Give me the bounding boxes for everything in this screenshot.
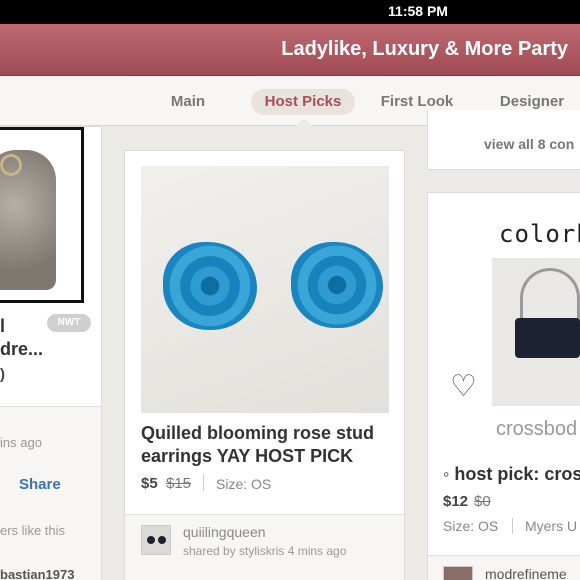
user-name[interactable]: modrefineme xyxy=(485,566,567,580)
listing-image[interactable] xyxy=(0,127,84,303)
divider xyxy=(203,475,204,491)
seller-avatar[interactable] xyxy=(141,525,171,555)
rose-earring-left xyxy=(163,242,257,330)
heart-icon[interactable]: ♡ xyxy=(450,370,484,404)
user-name[interactable]: bastian1973 xyxy=(0,567,74,580)
avatar-detail xyxy=(158,536,166,544)
tab-main[interactable]: Main xyxy=(158,89,218,115)
view-all-link[interactable]: view all 8 con xyxy=(484,136,574,152)
header-bar: Ladylike, Luxury & More Party xyxy=(0,24,580,76)
listing-price: $12 xyxy=(443,493,469,510)
status-time: 11:58 PM xyxy=(388,3,448,19)
share-button[interactable]: Share xyxy=(19,476,61,493)
status-bar: 11:58 PM xyxy=(0,0,580,24)
user-avatar[interactable] xyxy=(443,566,473,580)
nwt-badge: NWT xyxy=(47,314,91,332)
listing-title-line1[interactable]: Quilled blooming rose stud xyxy=(141,421,374,445)
shared-by-text[interactable]: shared by styliskris 4 mins ago xyxy=(183,544,346,558)
listing-price: $5 xyxy=(141,475,158,492)
listing-footer xyxy=(0,406,101,580)
listing-image[interactable] xyxy=(141,166,389,413)
listing-brand: Myers U xyxy=(525,518,578,534)
bag-image xyxy=(515,318,580,358)
listing-title-line1[interactable]: l xyxy=(0,314,5,338)
listing-title[interactable]: ◦ host pick: cros xyxy=(443,462,580,486)
original-price: $0 xyxy=(474,493,491,510)
original-price: $15 xyxy=(166,475,192,492)
page-title: Ladylike, Luxury & More Party xyxy=(281,38,568,60)
seller-name[interactable]: quiilingqueen xyxy=(183,524,266,540)
divider xyxy=(512,518,513,534)
likes-text[interactable]: ers like this xyxy=(0,523,65,538)
brand-logo-text: colorb xyxy=(499,220,580,248)
listing-title-line2[interactable]: earrings YAY HOST PICK xyxy=(141,444,353,468)
avatar-detail xyxy=(147,536,155,544)
time-ago: ins ago xyxy=(0,435,42,450)
listing-size: Size: OS xyxy=(443,518,499,534)
listing-title-line2[interactable]: dre... xyxy=(0,337,43,361)
ring-image xyxy=(0,154,22,176)
rose-earring-right xyxy=(291,242,383,328)
listing-price: ) xyxy=(0,366,5,383)
listing-size: Size: OS xyxy=(216,476,272,492)
image-caption: crossbod xyxy=(496,418,578,440)
active-tab-pointer xyxy=(296,118,312,126)
tab-host-picks[interactable]: Host Picks xyxy=(251,89,355,115)
